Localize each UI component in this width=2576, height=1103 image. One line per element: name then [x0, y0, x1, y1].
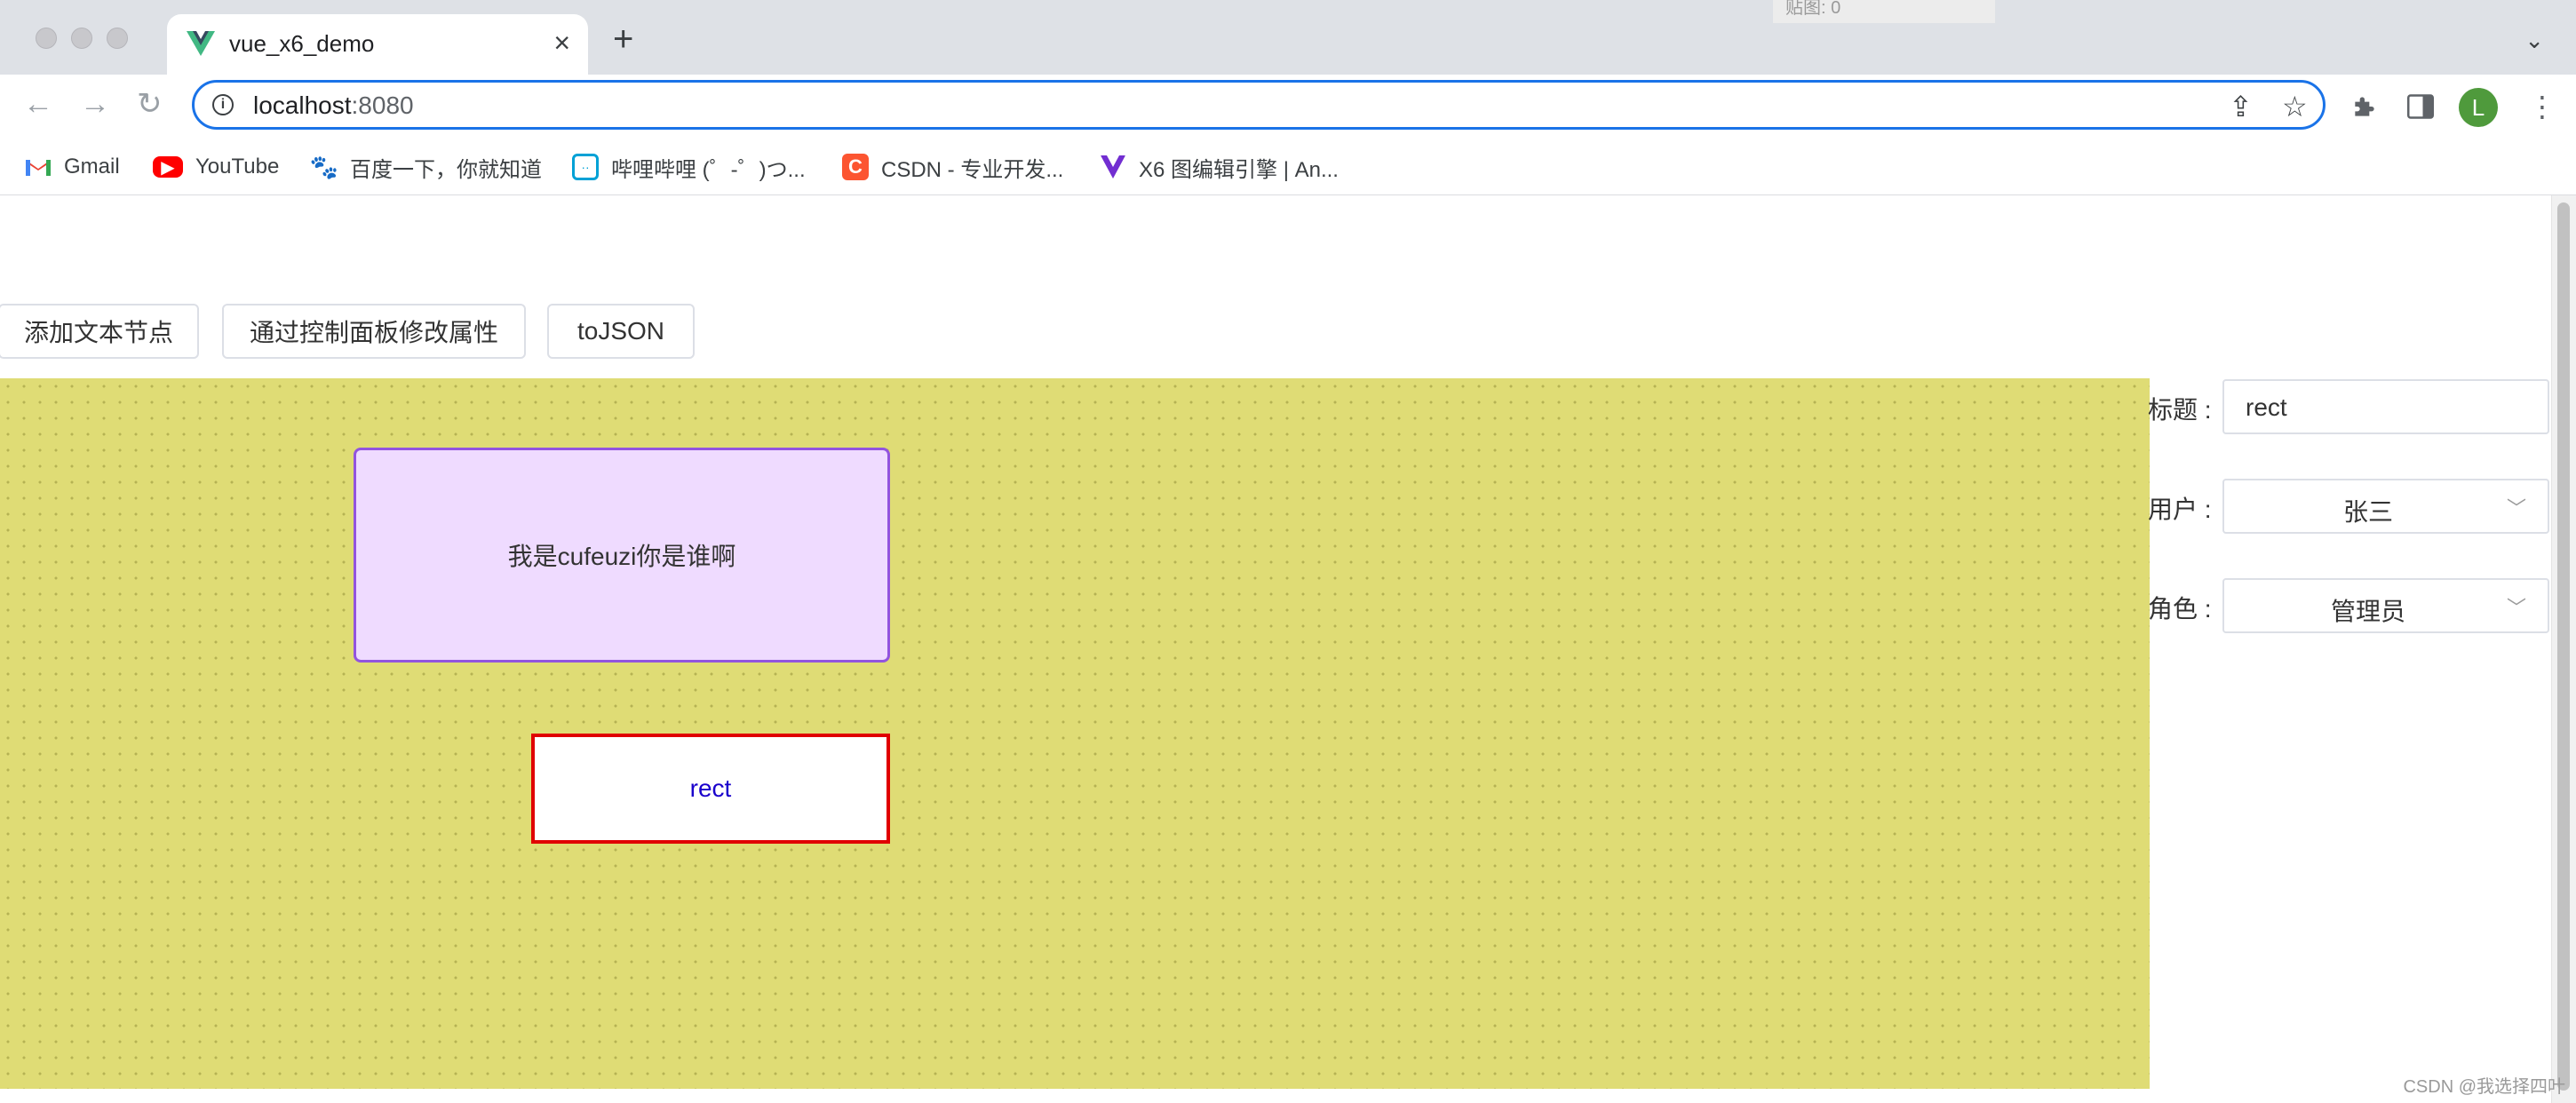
- floating-tooltip: 贴图: 0: [1773, 0, 1995, 23]
- bookmark-star-icon[interactable]: ☆: [2282, 90, 2308, 123]
- gmail-icon: [26, 160, 51, 176]
- title-input-value: rect: [2246, 393, 2287, 421]
- to-json-button[interactable]: toJSON: [547, 304, 695, 359]
- browser-tab-active[interactable]: vue_x6_demo ×: [167, 14, 588, 75]
- title-label: 标题 :: [2148, 396, 2212, 424]
- csdn-icon: C: [842, 154, 869, 180]
- tab-title: vue_x6_demo: [229, 30, 375, 57]
- forward-arrow-icon[interactable]: →: [80, 89, 110, 119]
- window-zoom-light[interactable]: [107, 28, 128, 49]
- bookmark-bilibili[interactable]: ·· 哔哩哔哩 (゜-゜)つ...: [572, 149, 806, 185]
- bookmarks-bar: Gmail ▶ YouTube 🐾 百度一下，你就知道 ·· 哔哩哔哩 (゜-゜…: [0, 139, 2576, 195]
- chevron-down-icon: ﹀: [2506, 497, 2526, 520]
- graph-node-rect[interactable]: rect: [531, 734, 890, 844]
- x6-icon: [1101, 155, 1125, 179]
- page-scrollbar[interactable]: [2551, 195, 2576, 1103]
- window-minimize-light[interactable]: [71, 28, 92, 49]
- youtube-icon: ▶: [153, 156, 183, 178]
- user-select-value: 张三: [2342, 498, 2393, 526]
- role-select[interactable]: 管理员 ﹀: [2222, 578, 2549, 633]
- csdn-watermark: CSDN @我选择四叶: [2403, 1077, 2565, 1097]
- profile-avatar[interactable]: L: [2459, 88, 2498, 127]
- bookmark-x6[interactable]: X6 图编辑引擎 | An...: [1100, 149, 1339, 185]
- new-tab-icon[interactable]: +: [613, 21, 633, 57]
- address-url: localhost:8080: [253, 91, 414, 119]
- scrollbar-thumb[interactable]: [2557, 202, 2570, 1091]
- address-bar[interactable]: i localhost:8080 ⇪ ☆: [192, 80, 2326, 130]
- bookmark-gmail[interactable]: Gmail: [25, 149, 120, 185]
- bookmark-youtube[interactable]: ▶ YouTube: [153, 149, 279, 185]
- user-select[interactable]: 张三 ﹀: [2222, 479, 2549, 534]
- vue-logo-icon: [187, 31, 215, 56]
- modify-via-panel-button[interactable]: 通过控制面板修改属性: [222, 304, 526, 359]
- title-input[interactable]: rect: [2222, 379, 2549, 434]
- more-menu-icon[interactable]: ⋮: [2528, 92, 2556, 121]
- role-select-value: 管理员: [2330, 598, 2405, 625]
- window-close-light[interactable]: [36, 28, 57, 49]
- bookmark-csdn[interactable]: C CSDN - 专业开发...: [842, 149, 1063, 185]
- share-icon[interactable]: ⇪: [2229, 90, 2253, 123]
- site-info-icon[interactable]: i: [212, 94, 234, 115]
- graph-canvas[interactable]: 我是cufeuzi你是谁啊 rect: [0, 378, 2150, 1089]
- user-label: 用户 :: [2148, 496, 2212, 523]
- bilibili-icon: ··: [572, 154, 599, 180]
- back-arrow-icon[interactable]: ←: [23, 89, 53, 119]
- bookmark-baidu[interactable]: 🐾 百度一下，你就知道: [309, 149, 542, 185]
- browser-toolbar: ← → ↻ i localhost:8080 ⇪ ☆ L ⋮: [0, 75, 2576, 139]
- chevron-down-icon: ﹀: [2506, 597, 2526, 619]
- baidu-icon: 🐾: [309, 153, 339, 180]
- graph-node-text[interactable]: 我是cufeuzi你是谁啊: [354, 448, 890, 663]
- tab-close-icon[interactable]: ×: [553, 27, 570, 60]
- browser-titlebar: vue_x6_demo × + ⌄: [0, 0, 2576, 75]
- extensions-puzzle-icon[interactable]: [2350, 92, 2379, 121]
- tab-search-chevron-icon[interactable]: ⌄: [2524, 27, 2544, 54]
- role-label: 角色 :: [2148, 595, 2212, 623]
- add-text-node-button[interactable]: 添加文本节点: [0, 304, 199, 359]
- reload-icon[interactable]: ↻: [137, 89, 163, 119]
- side-panel-icon[interactable]: [2407, 94, 2434, 119]
